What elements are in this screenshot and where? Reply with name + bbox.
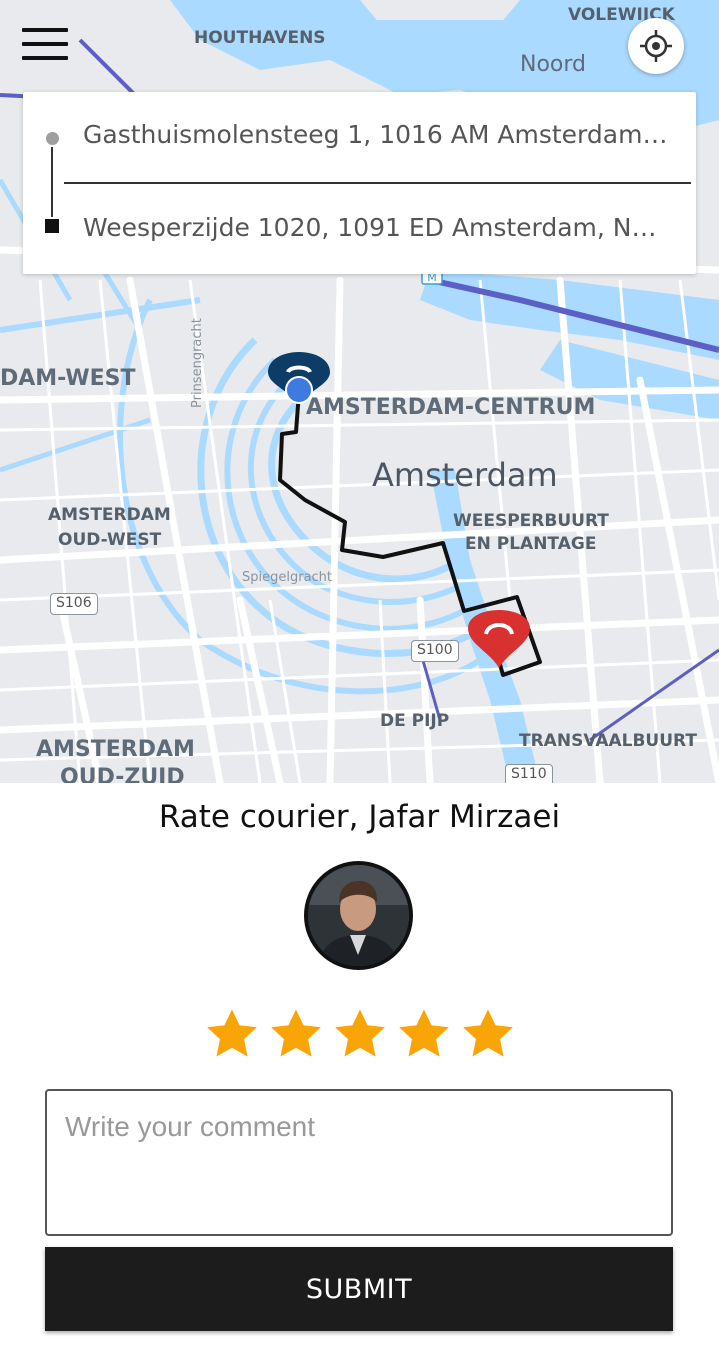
map-label-oud-zuid-1: AMSTERDAM — [36, 737, 195, 762]
star-icon-1[interactable] — [203, 1005, 261, 1063]
crosshair-icon — [640, 30, 672, 62]
star-icon-5[interactable] — [459, 1005, 517, 1063]
avatar-image — [308, 865, 409, 966]
map-label-noord: Noord — [520, 52, 586, 77]
map-label-de-pijp: DE PIJP — [380, 711, 450, 731]
map-label-oud-zuid-2: OUD-ZUID — [60, 765, 185, 783]
map-label-weesperbuurt-2: EN PLANTAGE — [465, 534, 597, 554]
star-icon-3[interactable] — [331, 1005, 389, 1063]
submit-button[interactable]: SUBMIT — [45, 1247, 673, 1331]
map-label-oud-west-2: OUD-WEST — [58, 530, 162, 550]
road-shield-s110: S110 — [505, 764, 553, 783]
locate-button[interactable] — [628, 18, 684, 74]
route-connector — [51, 147, 53, 217]
rate-title: Rate courier, Jafar Mirzaei — [158, 799, 561, 835]
map-label-oud-west-1: AMSTERDAM — [48, 505, 171, 525]
menu-button[interactable] — [20, 26, 70, 66]
map-label-amsterdam: Amsterdam — [372, 456, 558, 494]
courier-avatar — [304, 861, 413, 970]
comment-input[interactable] — [45, 1089, 673, 1236]
map-label-weesperbuurt-1: WEESPERBUURT — [453, 511, 609, 531]
origin-dot-icon — [46, 132, 59, 145]
road-shield-s100: S100 — [411, 640, 459, 662]
hamburger-icon — [22, 28, 68, 32]
map-label-houthavens: HOUTHAVENS — [194, 28, 326, 48]
map-label-centrum: AMSTERDAM-CENTRUM — [306, 395, 596, 420]
destination-square-icon — [45, 219, 59, 233]
map-view[interactable]: M HOUTHAVENS VOLEWIJCK Noord DAM-WEST AM… — [0, 0, 719, 783]
map-label-dam-west: DAM-WEST — [0, 366, 136, 391]
divider — [64, 182, 691, 184]
star-icon-2[interactable] — [267, 1005, 325, 1063]
star-rating[interactable] — [0, 1005, 719, 1063]
dropoff-pin-icon[interactable] — [466, 608, 532, 670]
dropoff-address[interactable]: Weesperzijde 1020, 1091 ED Amsterdam, Ne… — [83, 213, 668, 242]
map-label-transvaalbuurt: TRANSVAALBUURT — [519, 731, 697, 751]
route-card: Gasthuismolensteeg 1, 1016 AM Amsterdam,… — [23, 92, 696, 274]
star-icon-4[interactable] — [395, 1005, 453, 1063]
rate-courier-panel: Rate courier, Jafar Mirzaei SUBMIT — [0, 783, 719, 1352]
pickup-address[interactable]: Gasthuismolensteeg 1, 1016 AM Amsterdam,… — [83, 120, 668, 149]
road-shield-s106: S106 — [50, 593, 98, 615]
map-label-prinsengracht: Prinsengracht — [190, 318, 205, 408]
pickup-pin-icon[interactable] — [266, 350, 332, 406]
map-label-spiegelgracht: Spiegelgracht — [242, 570, 333, 585]
